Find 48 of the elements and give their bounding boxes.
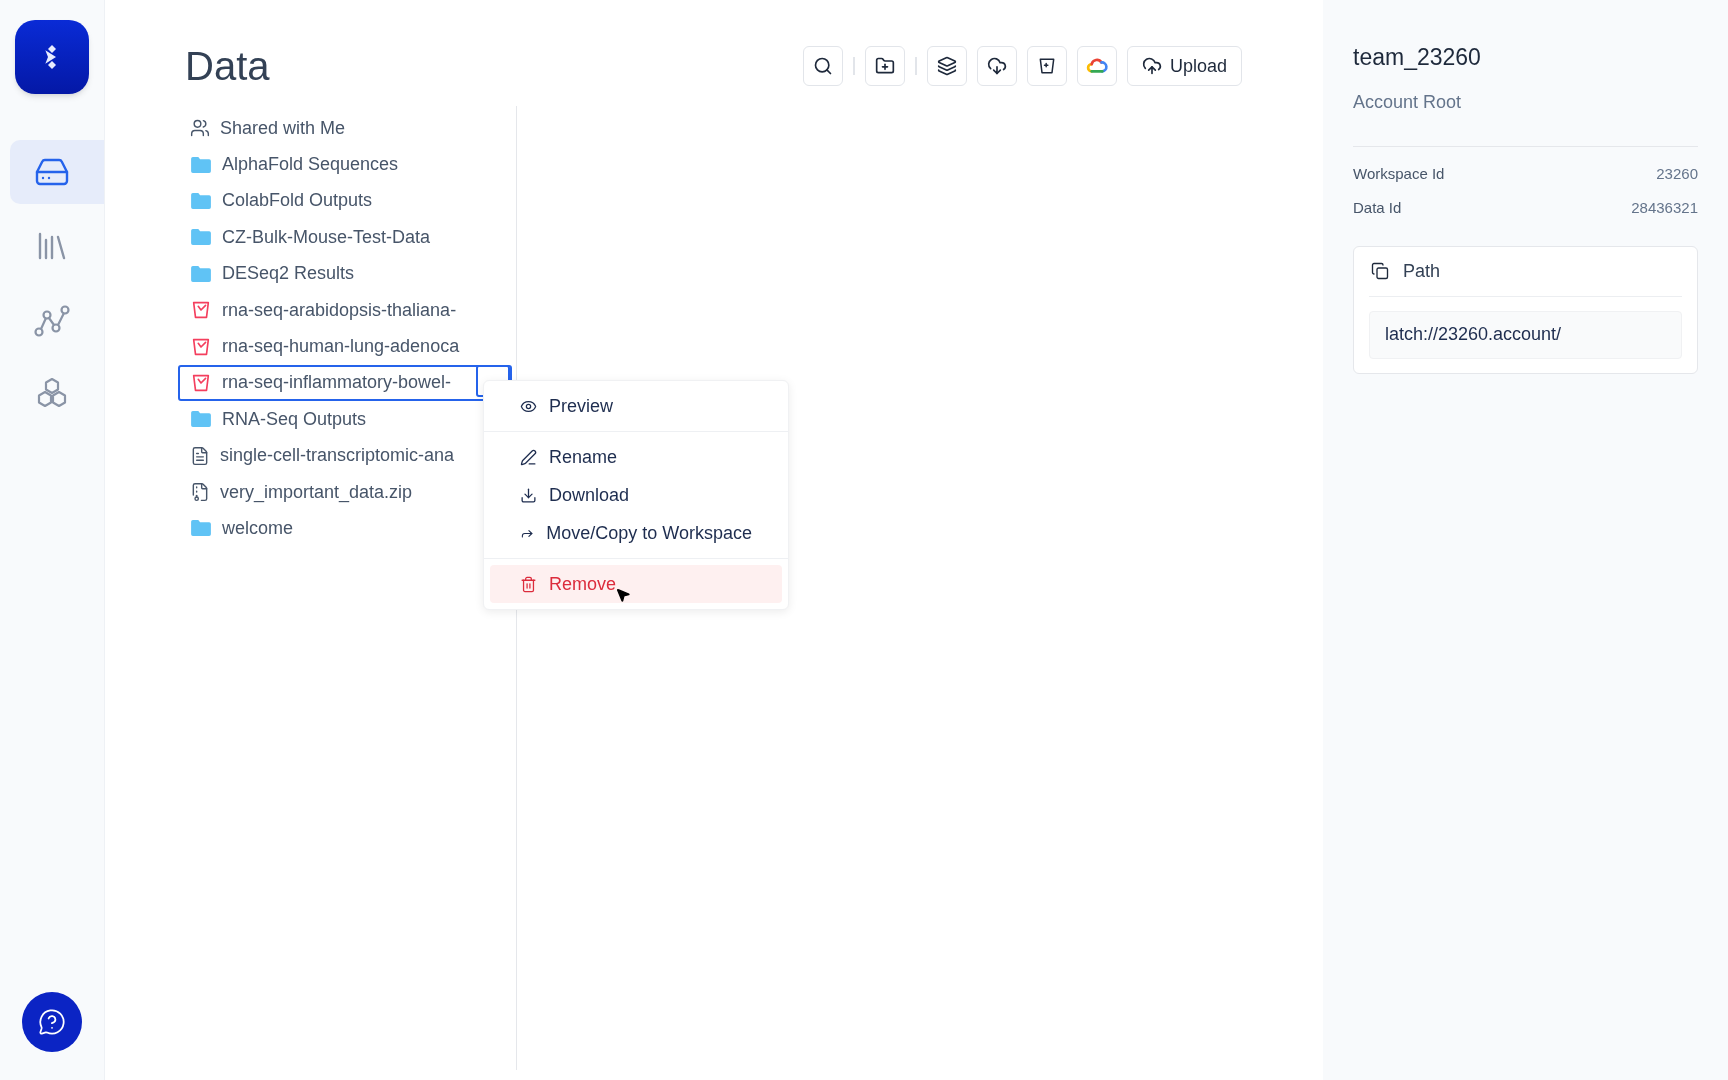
cloud-button[interactable]: [1076, 46, 1117, 86]
field-label: Data Id: [1353, 198, 1402, 218]
add-bucket-button[interactable]: [1026, 46, 1067, 86]
file-row[interactable]: DESeq2 Results: [178, 255, 498, 292]
new-folder-button[interactable]: [864, 46, 905, 86]
field-label: Workspace Id: [1353, 163, 1445, 184]
folder-icon: [190, 228, 212, 247]
folder-plus-icon: [874, 56, 895, 76]
cursor-icon: [615, 587, 631, 603]
details-title: team_23260: [1353, 43, 1482, 72]
copy-icon[interactable]: [1371, 262, 1389, 280]
search-button[interactable]: [802, 46, 843, 86]
file-row[interactable]: ColabFold Outputs: [178, 182, 498, 220]
path-label: Path: [1403, 259, 1441, 283]
cloud-icon: [1085, 58, 1108, 74]
field-value: 23260: [1656, 163, 1698, 184]
path-field[interactable]: latch://23260.account/: [1369, 310, 1682, 359]
trash-icon: [520, 575, 537, 593]
help-button[interactable]: [22, 992, 82, 1052]
page-title: Data: [185, 44, 270, 88]
archive-icon: [190, 482, 210, 503]
upload-button[interactable]: Upload: [1126, 46, 1242, 86]
layers-button[interactable]: [926, 46, 967, 86]
pencil-icon: [520, 448, 537, 466]
folder-icon: [190, 519, 212, 538]
file-row[interactable]: CZ-Bulk-Mouse-Test-Data: [178, 219, 498, 256]
folder-icon: [190, 155, 212, 174]
search-icon: [812, 56, 833, 76]
folder-icon: [190, 410, 212, 429]
folder-icon: [190, 264, 212, 283]
field-value: 28436321: [1631, 198, 1698, 218]
cloud-download-button[interactable]: [976, 46, 1017, 86]
document-icon: [190, 445, 210, 466]
cloud-upload-icon: [1141, 56, 1162, 76]
file-row[interactable]: rna-seq-human-lung-adenoca: [178, 328, 498, 365]
details-subtitle: Account Root: [1353, 90, 1463, 114]
nav-item[interactable]: [10, 140, 104, 204]
users-icon: [190, 118, 210, 139]
file-row[interactable]: Shared with Me: [178, 110, 498, 147]
folder-icon: [190, 191, 212, 210]
download-icon: [520, 486, 537, 504]
logo[interactable]: [15, 20, 89, 94]
file-row[interactable]: AlphaFold Sequences: [178, 146, 498, 183]
file-row[interactable]: rna-seq-arabidopsis-thaliana-: [178, 291, 498, 329]
menu-item[interactable]: Remove: [490, 565, 782, 603]
layers-icon: [936, 56, 957, 76]
help-icon: [38, 1008, 66, 1036]
cloud-download-icon: [986, 56, 1007, 76]
